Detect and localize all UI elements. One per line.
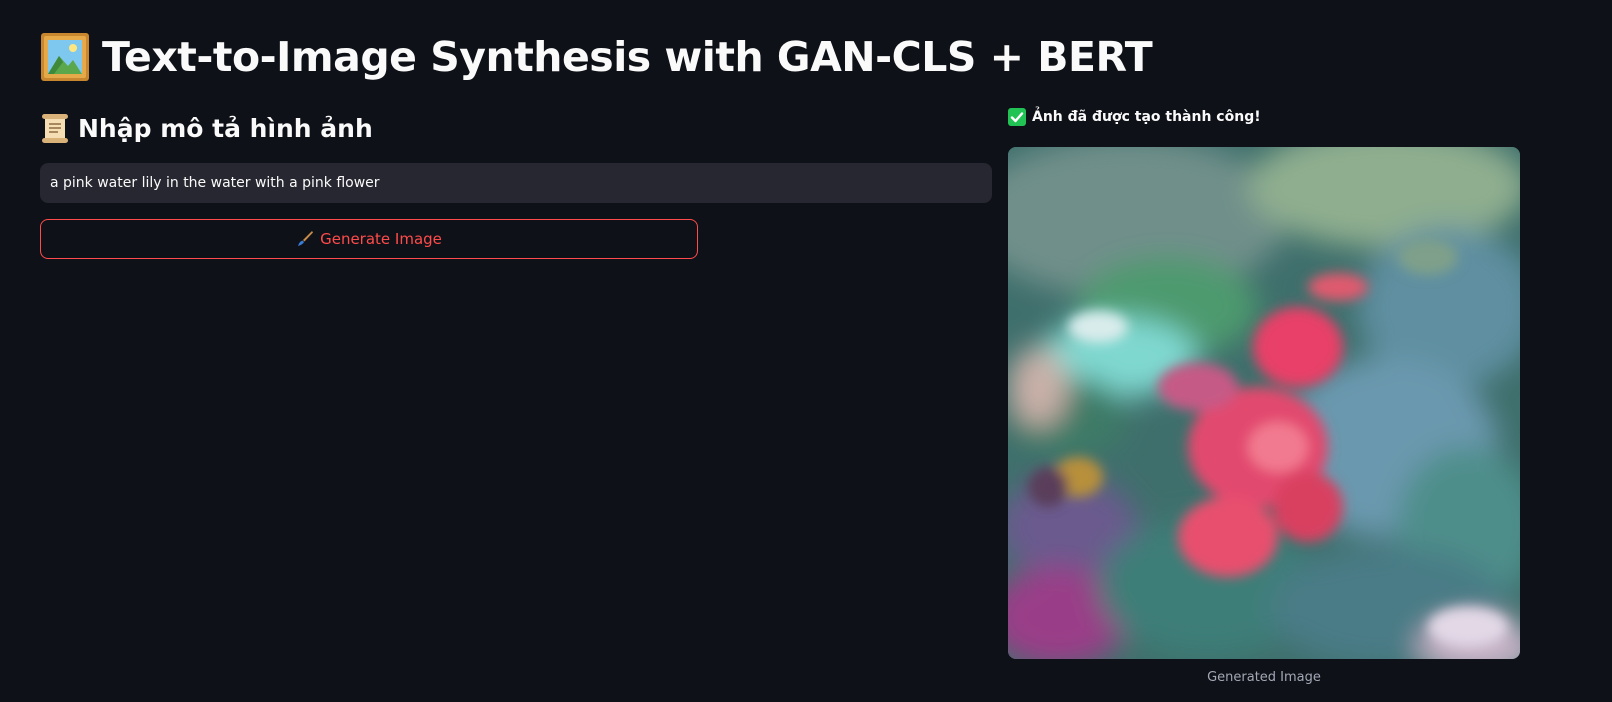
description-input[interactable] xyxy=(40,163,992,203)
generate-image-button[interactable]: Generate Image xyxy=(40,219,698,259)
scroll-icon xyxy=(42,114,68,143)
generate-image-button-label: Generate Image xyxy=(320,230,442,248)
framed-picture-icon xyxy=(41,33,89,81)
input-section-header: Nhập mô tả hình ảnh xyxy=(40,112,373,144)
success-status: Ảnh đã được tạo thành công! xyxy=(1008,108,1261,126)
success-status-text: Ảnh đã được tạo thành công! xyxy=(1032,109,1261,125)
input-section-header-text: Nhập mô tả hình ảnh xyxy=(78,113,373,143)
generated-image xyxy=(1008,147,1520,659)
check-mark-icon xyxy=(1008,108,1026,126)
app-page: Text-to-Image Synthesis with GAN-CLS + B… xyxy=(0,0,1612,702)
image-caption: Generated Image xyxy=(1207,670,1321,685)
page-title-text: Text-to-Image Synthesis with GAN-CLS + B… xyxy=(102,33,1153,81)
paintbrush-icon xyxy=(298,231,314,246)
page-title: Text-to-Image Synthesis with GAN-CLS + B… xyxy=(40,32,1153,82)
